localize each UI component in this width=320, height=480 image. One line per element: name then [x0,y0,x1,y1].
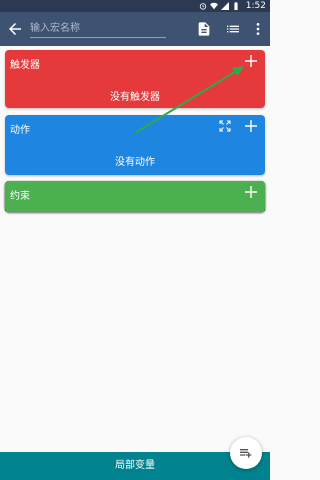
status-time: 1:52 [245,1,266,11]
constraints-main-plus-icon[interactable] [245,186,257,198]
wifi-icon [210,2,218,10]
add-action-plus-icon[interactable] [245,120,257,132]
list-icon[interactable] [225,21,241,37]
add-fab[interactable] [230,437,262,469]
back-arrow-icon[interactable] [6,20,24,38]
triggers-card[interactable]: 触发器 没有触发器 [5,50,265,108]
more-vert-icon[interactable] [250,21,266,37]
battery-icon [234,2,238,10]
status-bar: 1:52 [0,0,270,12]
add-trigger-plus-icon[interactable] [245,55,257,67]
triggers-empty-text: 没有触发器 [110,92,160,103]
constraints-card-main[interactable]: 约束 [5,181,265,212]
document-icon[interactable] [196,21,212,37]
alarm-icon [199,3,207,10]
actions-card[interactable]: 动作 没有动作 [5,115,265,175]
actions-empty-text: 没有动作 [115,157,155,168]
signal-icon [221,2,229,10]
actions-title: 动作 [10,125,30,136]
toolbar [0,12,270,46]
constraints-main-title: 约束 [10,191,30,202]
macro-name-input[interactable] [30,20,166,38]
triggers-title: 触发器 [10,60,40,71]
playlist-add-icon [240,449,252,458]
expand-icon[interactable] [219,120,231,132]
status-icons [199,2,240,10]
local-variables-label: 局部变量 [115,460,155,471]
